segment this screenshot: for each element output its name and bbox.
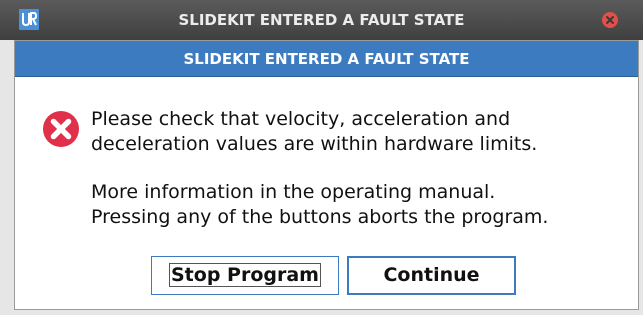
- message-line-3: More information in the operating manual…: [91, 181, 496, 203]
- window-title: SLIDEKIT ENTERED A FAULT STATE: [178, 11, 465, 29]
- dialog-header: SLIDEKIT ENTERED A FAULT STATE: [15, 41, 638, 77]
- title-bar[interactable]: SLIDEKIT ENTERED A FAULT STATE: [0, 0, 643, 40]
- message-line-4: Pressing any of the buttons aborts the p…: [91, 206, 549, 228]
- continue-button[interactable]: Continue: [347, 256, 516, 295]
- error-icon: [41, 109, 81, 149]
- dialog-header-title: SLIDEKIT ENTERED A FAULT STATE: [183, 50, 470, 68]
- message-line-2: deceleration values are within hardware …: [91, 133, 538, 155]
- close-button[interactable]: [602, 12, 618, 28]
- stop-program-button[interactable]: Stop Program: [151, 256, 339, 295]
- message-line-1: Please check that velocity, acceleration…: [91, 108, 511, 130]
- stop-program-label: Stop Program: [169, 263, 321, 287]
- dialog-body: SLIDEKIT ENTERED A FAULT STATE Please ch…: [14, 40, 639, 310]
- close-icon: [606, 16, 614, 24]
- fault-dialog-window: SLIDEKIT ENTERED A FAULT STATE SLIDEKIT …: [0, 0, 643, 315]
